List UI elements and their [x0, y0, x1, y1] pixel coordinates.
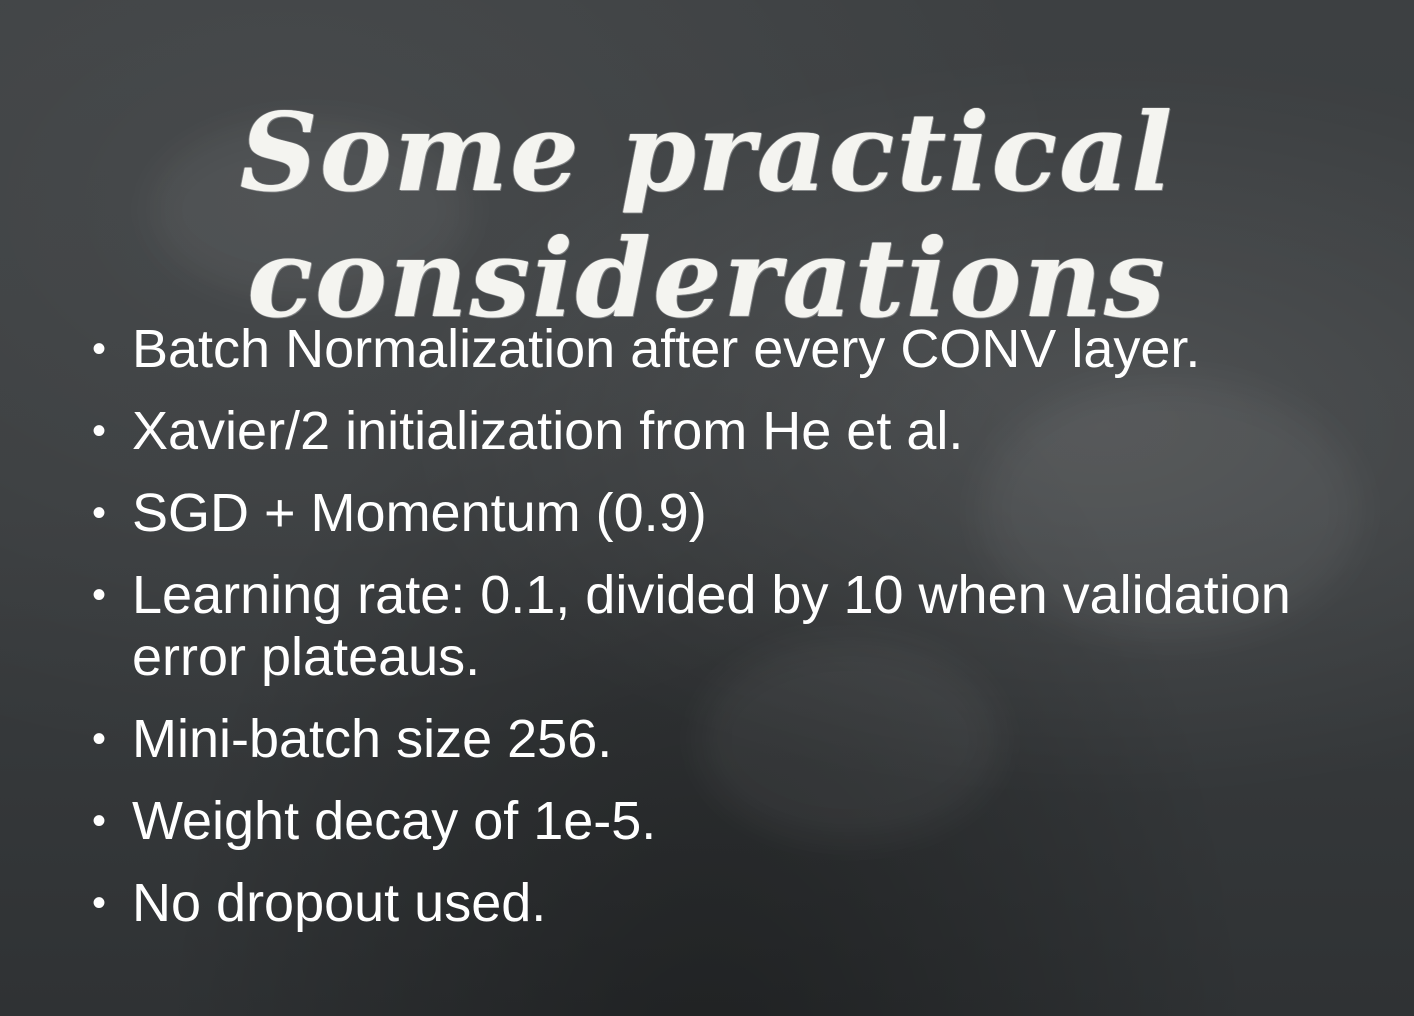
- slide-title-line-1: Some practical: [239, 90, 1175, 217]
- bullet-list: • Batch Normalization after every CONV l…: [92, 318, 1392, 954]
- bullet-text: Xavier/2 initialization from He et al.: [132, 401, 964, 461]
- bullet-dot-icon: •: [92, 327, 107, 371]
- bullet-dot-icon: •: [92, 573, 107, 617]
- bullet-item: • Weight decay of 1e-5.: [92, 790, 1392, 852]
- bullet-item: • SGD + Momentum (0.9): [92, 482, 1392, 544]
- bullet-dot-icon: •: [92, 799, 107, 843]
- bullet-text: Mini-batch size 256.: [132, 709, 613, 769]
- bullet-text: SGD + Momentum (0.9): [132, 483, 707, 543]
- bullet-dot-icon: •: [92, 491, 107, 535]
- bullet-item: • Xavier/2 initialization from He et al.: [92, 400, 1392, 462]
- slide-title: Some practical considerations: [0, 90, 1414, 342]
- bullet-text: Weight decay of 1e-5.: [132, 791, 657, 851]
- bullet-item: • Mini-batch size 256.: [92, 708, 1392, 770]
- bullet-dot-icon: •: [92, 881, 107, 925]
- bullet-dot-icon: •: [92, 717, 107, 761]
- bullet-item: • Learning rate: 0.1, divided by 10 when…: [92, 564, 1392, 688]
- bullet-text: No dropout used.: [132, 873, 547, 933]
- bullet-item: • Batch Normalization after every CONV l…: [92, 318, 1392, 380]
- chalkboard-slide: Some practical considerations • Batch No…: [0, 0, 1414, 1016]
- bullet-text: Batch Normalization after every CONV lay…: [132, 319, 1201, 379]
- bullet-dot-icon: •: [92, 409, 107, 453]
- bullet-text: Learning rate: 0.1, divided by 10 when v…: [132, 565, 1291, 687]
- bullet-item: • No dropout used.: [92, 872, 1392, 934]
